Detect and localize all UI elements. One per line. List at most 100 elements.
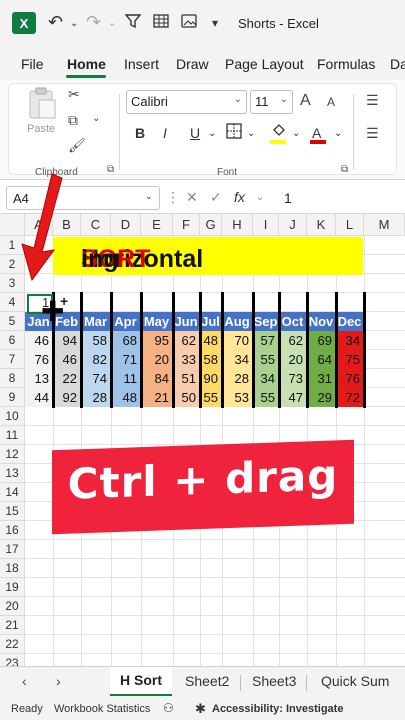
copy-dropdown-icon[interactable]: ⌄	[92, 113, 100, 124]
month-header-apr[interactable]: Apr	[111, 312, 141, 331]
font-color-dropdown-icon[interactable]: ⌄	[334, 128, 342, 139]
filter-icon[interactable]	[124, 12, 142, 35]
more-options-icon[interactable]: ⋮	[166, 189, 180, 206]
data-cell[interactable]: 55	[253, 388, 279, 407]
data-cell[interactable]: 21	[141, 388, 173, 407]
month-header-nov[interactable]: Nov	[307, 312, 336, 331]
column-header-m[interactable]: M	[364, 214, 405, 236]
column-header-k[interactable]: K	[307, 214, 336, 236]
data-cell[interactable]: 76	[25, 350, 53, 369]
data-cell[interactable]: 92	[53, 388, 81, 407]
data-cell[interactable]: 34	[253, 369, 279, 388]
table-icon[interactable]	[152, 12, 170, 35]
sheet-tab-h-sort[interactable]: H Sort	[110, 667, 172, 697]
data-cell[interactable]: 90	[200, 369, 222, 388]
data-cell[interactable]: 50	[173, 388, 200, 407]
data-cell[interactable]: 51	[173, 369, 200, 388]
data-cell[interactable]: 74	[81, 369, 111, 388]
tab-insert[interactable]: Insert	[124, 56, 159, 72]
redo-dropdown-icon[interactable]: ⌄	[108, 18, 116, 29]
bold-button[interactable]: B	[135, 125, 145, 141]
format-painter-icon[interactable]: 🖌	[68, 137, 86, 154]
data-cell[interactable]: 84	[141, 369, 173, 388]
data-cell[interactable]: 57	[253, 331, 279, 350]
data-cell[interactable]: 48	[111, 388, 141, 407]
data-cell[interactable]: 13	[25, 369, 53, 388]
data-cell[interactable]: 76	[336, 369, 364, 388]
data-cell[interactable]: 20	[279, 350, 307, 369]
data-cell[interactable]: 46	[25, 331, 53, 350]
column-header-i[interactable]: I	[253, 214, 279, 236]
row-header-13[interactable]: 13	[0, 464, 25, 483]
data-cell[interactable]: 72	[336, 388, 364, 407]
fill-color-icon[interactable]	[270, 122, 288, 141]
column-header-d[interactable]: D	[111, 214, 141, 236]
row-header-23[interactable]: 23	[0, 654, 25, 666]
row-header-15[interactable]: 15	[0, 502, 25, 521]
image-icon[interactable]	[180, 12, 198, 35]
sheet-tab-sheet3[interactable]: Sheet3	[252, 673, 296, 689]
data-cell[interactable]: 68	[111, 331, 141, 350]
cancel-icon[interactable]: ✕	[186, 189, 198, 206]
column-header-h[interactable]: H	[222, 214, 253, 236]
undo-icon[interactable]: ↶	[48, 12, 63, 33]
month-header-dec[interactable]: Dec	[336, 312, 364, 331]
row-header-4[interactable]: 4	[0, 293, 25, 312]
paste-button-label[interactable]: Paste	[27, 123, 55, 135]
formula-input[interactable]: 1	[284, 190, 292, 206]
month-header-sep[interactable]: Sep	[253, 312, 279, 331]
tab-formulas[interactable]: Formulas	[317, 56, 375, 72]
data-cell[interactable]: 70	[222, 331, 253, 350]
row-header-5[interactable]: 5	[0, 312, 25, 331]
data-cell[interactable]: 62	[279, 331, 307, 350]
row-header-14[interactable]: 14	[0, 483, 25, 502]
row-header-11[interactable]: 11	[0, 426, 25, 445]
redo-icon[interactable]: ↷	[86, 12, 101, 33]
row-header-8[interactable]: 8	[0, 369, 25, 388]
data-cell[interactable]: 33	[173, 350, 200, 369]
grow-font-icon[interactable]: A	[300, 92, 311, 110]
font-color-icon[interactable]: A	[312, 125, 321, 141]
row-header-17[interactable]: 17	[0, 540, 25, 559]
month-header-may[interactable]: May	[141, 312, 173, 331]
font-dialog-launcher-icon[interactable]: ⧉	[341, 164, 348, 175]
tab-home[interactable]: Home	[67, 56, 106, 72]
shrink-font-icon[interactable]: A	[327, 95, 335, 109]
enter-icon[interactable]: ✓	[210, 189, 222, 206]
borders-dropdown-icon[interactable]: ⌄	[247, 128, 255, 139]
month-header-aug[interactable]: Aug	[222, 312, 253, 331]
workbook-statistics-button[interactable]: Workbook Statistics	[54, 703, 150, 715]
data-cell[interactable]: 47	[279, 388, 307, 407]
data-cell[interactable]: 34	[222, 350, 253, 369]
tab-draw[interactable]: Draw	[176, 56, 209, 72]
paste-icon[interactable]	[27, 86, 57, 120]
month-header-jun[interactable]: Jun	[173, 312, 200, 331]
data-cell[interactable]: 28	[81, 388, 111, 407]
scroll-left-icon[interactable]: ‹	[22, 673, 27, 689]
data-cell[interactable]: 73	[279, 369, 307, 388]
scroll-right-icon[interactable]: ›	[56, 673, 61, 689]
row-header-6[interactable]: 6	[0, 331, 25, 350]
undo-dropdown-icon[interactable]: ⌄	[70, 18, 78, 29]
font-size-select[interactable]: 11 ⌄	[250, 90, 293, 114]
accessibility-icon[interactable]: ⚇	[163, 701, 174, 715]
row-header-7[interactable]: 7	[0, 350, 25, 369]
italic-button[interactable]: I	[163, 125, 167, 141]
row-header-18[interactable]: 18	[0, 559, 25, 578]
data-cell[interactable]: 82	[81, 350, 111, 369]
fill-color-dropdown-icon[interactable]: ⌄	[292, 128, 300, 139]
data-cell[interactable]: 46	[53, 350, 81, 369]
font-name-select[interactable]: Calibri ⌄	[126, 90, 247, 114]
row-header-12[interactable]: 12	[0, 445, 25, 464]
data-cell[interactable]: 55	[253, 350, 279, 369]
month-header-jul[interactable]: Jul	[200, 312, 222, 331]
data-cell[interactable]: 94	[53, 331, 81, 350]
row-header-19[interactable]: 19	[0, 578, 25, 597]
clipboard-dialog-launcher-icon[interactable]: ⧉	[107, 164, 114, 175]
accessibility-status[interactable]: Accessibility: Investigate	[212, 703, 343, 715]
column-header-c[interactable]: C	[81, 214, 111, 236]
data-cell[interactable]: 11	[111, 369, 141, 388]
column-header-g[interactable]: G	[200, 214, 222, 236]
borders-icon[interactable]	[225, 122, 243, 143]
align-left-icon[interactable]: ☰	[366, 125, 379, 142]
